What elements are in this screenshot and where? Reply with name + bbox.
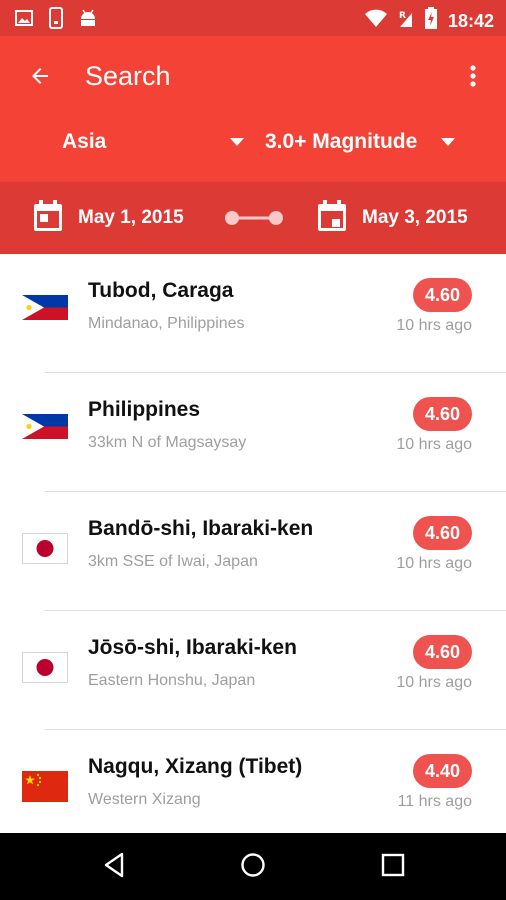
magnitude-badge: 4.60 xyxy=(413,635,472,669)
time-ago: 10 hrs ago xyxy=(396,436,472,453)
magnitude-badge: 4.60 xyxy=(413,516,472,550)
time-ago: 10 hrs ago xyxy=(396,674,472,691)
region-name: 33km N of Magsaysay xyxy=(88,434,247,451)
android-icon xyxy=(78,8,98,33)
list-item[interactable]: Bandō-shi, Ibaraki-ken 3km SSE of Iwai, … xyxy=(0,492,506,611)
phone-alert-icon xyxy=(48,7,64,34)
calendar-icon xyxy=(32,199,64,238)
nav-recents-icon xyxy=(381,853,405,882)
date-range-bar: May 1, 2015 May 3, 2015 xyxy=(0,182,506,254)
start-date-picker[interactable]: May 1, 2015 xyxy=(32,199,184,238)
philippines-flag-icon xyxy=(22,414,68,439)
list-item[interactable]: Tubod, Caraga Mindanao, Philippines 4.60… xyxy=(0,254,506,373)
place-name: Philippines xyxy=(88,398,201,421)
magnitude-badge: 4.60 xyxy=(413,397,472,431)
arrow-back-icon xyxy=(28,64,52,93)
image-icon xyxy=(14,8,34,33)
nav-recents-button[interactable] xyxy=(375,849,411,885)
region-name: Eastern Honshu, Japan xyxy=(88,672,256,689)
list-item[interactable]: Nagqu, Xizang (Tibet) Western Xizang 4.4… xyxy=(0,730,506,833)
nav-home-icon xyxy=(240,852,266,883)
region-name: 3km SSE of Iwai, Japan xyxy=(88,553,258,570)
page-title: Search xyxy=(85,61,171,91)
end-date-label: May 3, 2015 xyxy=(362,207,468,228)
magnitude-badge: 4.40 xyxy=(413,754,472,788)
list-item[interactable]: Jōsō-shi, Ibaraki-ken Eastern Honshu, Ja… xyxy=(0,611,506,730)
end-date-picker[interactable]: May 3, 2015 xyxy=(316,199,468,238)
calendar-icon xyxy=(316,199,348,238)
place-name: Tubod, Caraga xyxy=(88,279,234,302)
dropdown-arrow-icon xyxy=(441,138,455,146)
philippines-flag-icon xyxy=(22,295,68,320)
place-name: Bandō-shi, Ibaraki-ken xyxy=(88,517,314,540)
time-ago: 10 hrs ago xyxy=(396,555,472,572)
more-vert-icon xyxy=(470,64,476,93)
back-button[interactable] xyxy=(20,58,60,98)
magnitude-badge: 4.60 xyxy=(413,278,472,312)
list-item[interactable]: Philippines 33km N of Magsaysay 4.60 10 … xyxy=(0,373,506,492)
magnitude-dropdown[interactable]: 3.0+ Magnitude xyxy=(265,122,455,162)
china-flag-icon xyxy=(22,771,68,802)
place-name: Jōsō-shi, Ibaraki-ken xyxy=(88,636,297,659)
time-ago: 10 hrs ago xyxy=(396,317,472,334)
svg-text:R: R xyxy=(399,11,406,21)
signal-roaming-icon: R xyxy=(398,7,414,34)
time-ago: 11 hrs ago xyxy=(397,793,472,810)
magnitude-dropdown-label: 3.0+ Magnitude xyxy=(265,130,418,153)
nav-back-button[interactable] xyxy=(96,849,132,885)
wifi-icon xyxy=(364,8,388,33)
japan-flag-icon xyxy=(22,652,68,683)
status-bar: R 18:42 xyxy=(0,0,506,36)
nav-home-button[interactable] xyxy=(235,849,271,885)
place-name: Nagqu, Xizang (Tibet) xyxy=(88,755,303,778)
region-dropdown-label: Asia xyxy=(62,130,107,153)
nav-back-icon xyxy=(102,852,126,883)
system-nav-bar xyxy=(0,833,506,900)
region-dropdown[interactable]: Asia xyxy=(62,122,244,162)
region-name: Mindanao, Philippines xyxy=(88,315,245,332)
date-range-connector xyxy=(224,208,284,228)
battery-charging-icon xyxy=(424,6,438,35)
earthquake-list: Tubod, Caraga Mindanao, Philippines 4.60… xyxy=(0,254,506,833)
japan-flag-icon xyxy=(22,533,68,564)
region-name: Western Xizang xyxy=(88,791,201,808)
dropdown-arrow-icon xyxy=(230,138,244,146)
app-bar: Search Asia 3.0+ Magnitude xyxy=(0,36,506,182)
start-date-label: May 1, 2015 xyxy=(78,207,184,228)
overflow-menu-button[interactable] xyxy=(458,58,488,98)
clock: 18:42 xyxy=(447,10,494,31)
